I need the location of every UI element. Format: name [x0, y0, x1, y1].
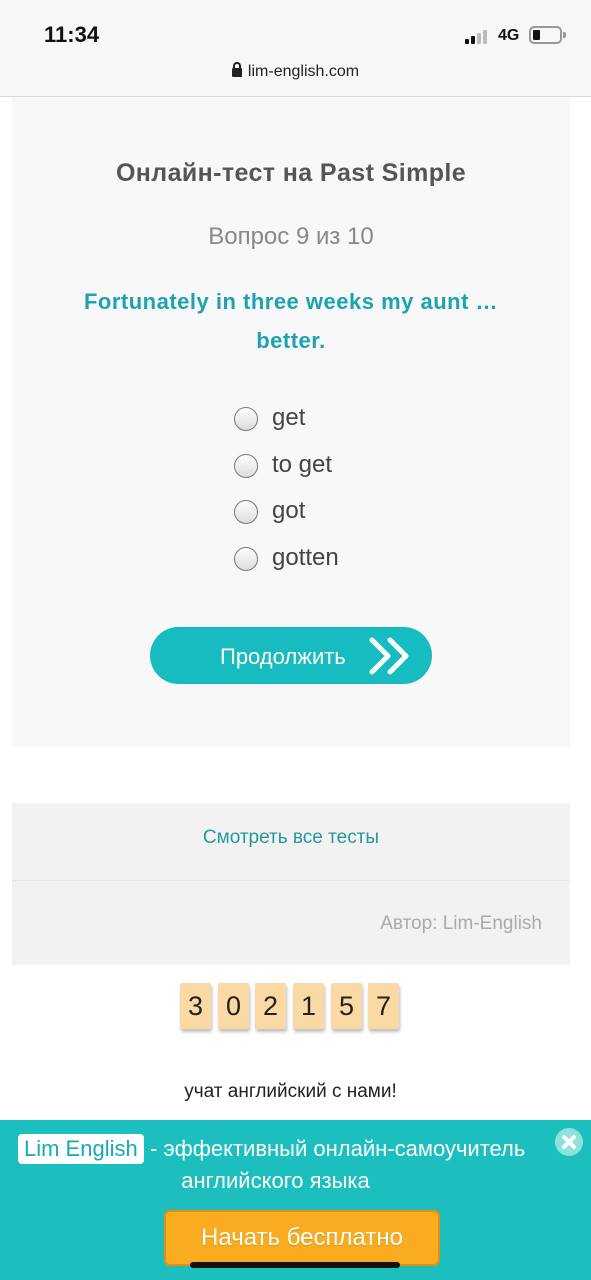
url-display[interactable]: lim-english.com — [231, 62, 360, 81]
radio-button[interactable] — [234, 453, 258, 478]
promo-text: - эффективный онлайн-самоучитель — [150, 1136, 526, 1161]
answer-option[interactable]: to get — [234, 449, 484, 496]
status-bar: 11:34 4G — [0, 0, 591, 56]
url-text: lim-english.com — [247, 63, 360, 80]
question-text: Fortunately in three weeks my aunt … bet… — [83, 289, 499, 353]
continue-label: Продолжить — [220, 644, 346, 669]
network-type: 4G — [498, 27, 520, 44]
answer-option[interactable]: get — [234, 402, 484, 449]
question-progress: Вопрос 9 из 10 — [208, 223, 374, 250]
answer-option[interactable]: got — [234, 495, 484, 542]
answer-label[interactable]: to get — [272, 451, 332, 479]
radio-button[interactable] — [234, 407, 258, 431]
lock-icon — [231, 62, 242, 77]
quiz-title: Онлайн-тест на Past Simple — [115, 159, 467, 187]
promo-banner: Lim English - эффективный онлайн-самоучи… — [0, 1120, 591, 1280]
url-bar[interactable]: lim-english.com — [0, 56, 591, 97]
answer-label[interactable]: get — [272, 404, 305, 432]
answer-options: get to get got gotten — [234, 402, 484, 588]
chevron-right-icon — [387, 637, 409, 675]
status-time: 11:34 — [44, 22, 100, 47]
tests-box: Смотреть все тесты Автор: Lim-English — [12, 803, 570, 965]
quiz-card: Онлайн-тест на Past Simple Вопрос 9 из 1… — [12, 97, 570, 747]
answer-option[interactable]: gotten — [234, 542, 484, 589]
answer-label[interactable]: got — [272, 497, 305, 525]
promo-text-line2: английского языка — [181, 1168, 370, 1193]
answer-label[interactable]: gotten — [272, 544, 339, 572]
counter-digit: 1 — [293, 983, 324, 1029]
author-credit: Автор: Lim-English — [380, 913, 542, 934]
counter-digit: 7 — [368, 983, 399, 1029]
counter-digit: 2 — [255, 983, 286, 1029]
continue-button[interactable]: Продолжить — [150, 627, 432, 684]
radio-button[interactable] — [234, 546, 258, 571]
battery-icon — [529, 26, 566, 44]
brand-tag[interactable]: Lim English — [18, 1134, 144, 1164]
radio-button[interactable] — [234, 500, 258, 524]
divider — [12, 880, 570, 881]
view-all-tests-link[interactable]: Смотреть все тесты — [12, 827, 570, 849]
home-indicator — [190, 1262, 400, 1268]
counter-digit: 0 — [218, 983, 249, 1029]
counter-caption: учат английский с нами! — [184, 1081, 397, 1102]
close-icon[interactable] — [555, 1128, 583, 1156]
counter-digit: 3 — [180, 983, 211, 1029]
start-free-button[interactable]: Начать бесплатно — [164, 1210, 440, 1266]
counter-digit: 5 — [331, 983, 362, 1029]
signal-icon — [465, 28, 493, 44]
